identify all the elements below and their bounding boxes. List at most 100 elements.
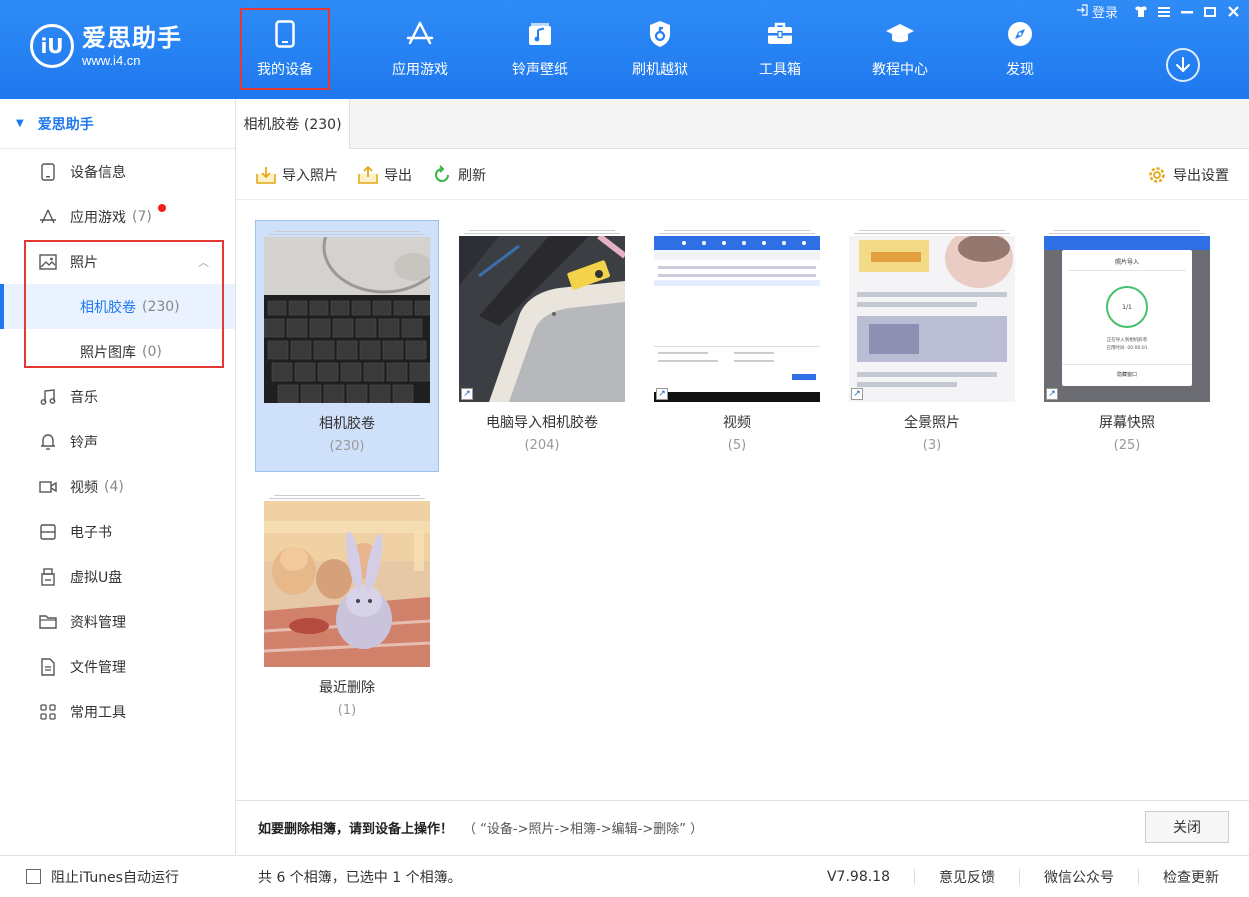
album-thumbnail: ↗ (654, 236, 820, 402)
grid-icon (38, 702, 58, 722)
toolbar-label: 导入照片 (282, 167, 338, 184)
tab-camera-roll[interactable]: 相机胶卷 (230) (236, 99, 350, 149)
album-count: (25) (1113, 438, 1141, 453)
toolbar-label: 刷新 (458, 167, 486, 184)
sidebar-item-label: 设备信息 (70, 164, 126, 181)
selection-summary: 共 6 个相簿，已选中 1 个相簿。 (258, 869, 462, 886)
sidebar-item-music[interactable]: 音乐 (0, 374, 235, 419)
check-update-link[interactable]: 检查更新 (1139, 867, 1219, 887)
nav-label: 铃声壁纸 (512, 62, 568, 78)
sidebar-item-common-tools[interactable]: 常用工具 (0, 689, 235, 734)
album-screenshots[interactable]: 照片导入 1/1 正在导入到相机胶卷 已用时间: 00:00:01 隐藏窗口 ↗… (1035, 220, 1219, 472)
app-logo: iU 爱思助手 www.i4.cn (30, 24, 182, 68)
sidebar-item-label: 音乐 (70, 389, 98, 406)
checkbox-label: 阻止iTunes自动运行 (51, 869, 179, 886)
nav-ringtones[interactable]: 铃声壁纸 (480, 8, 600, 90)
sidebar-item-ebooks[interactable]: 电子书 (0, 509, 235, 554)
book-icon (38, 522, 58, 542)
album-videos[interactable]: ↗ 视频 (5) (645, 220, 829, 472)
shortcut-arrow-icon: ↗ (461, 388, 473, 400)
shortcut-arrow-icon: ↗ (851, 388, 863, 400)
sidebar-item-virtual-udisk[interactable]: 虚拟U盘 (0, 554, 235, 599)
music-note-icon (38, 387, 58, 407)
tip-text: 如要删除相簿，请到设备上操作！ (258, 822, 454, 837)
app-store-icon (38, 207, 58, 227)
sidebar-item-device-info[interactable]: 设备信息 (0, 149, 235, 194)
login-button[interactable]: 登录 (1076, 2, 1118, 21)
notification-dot (158, 204, 166, 212)
album-count: (230) (329, 439, 365, 454)
sidebar-item-data-management[interactable]: 资料管理 (0, 599, 235, 644)
export-button[interactable]: 导出 (358, 165, 412, 185)
logo-icon: iU (30, 24, 74, 68)
album-thumbnail: 照片导入 1/1 正在导入到相机胶卷 已用时间: 00:00:01 隐藏窗口 ↗ (1044, 236, 1210, 402)
import-icon (256, 166, 276, 184)
maximize-icon[interactable] (1200, 3, 1220, 21)
close-button[interactable]: 关闭 (1145, 811, 1229, 843)
tab-bar: 相机胶卷 (230) (236, 99, 1249, 149)
thumb-import-title: 照片导入 (1115, 258, 1139, 266)
sidebar-item-count: (4) (104, 478, 124, 495)
shortcut-arrow-icon: ↗ (1046, 388, 1058, 400)
video-camera-icon (38, 477, 58, 497)
phone-outline-icon (38, 162, 58, 182)
refresh-icon (432, 164, 452, 185)
sidebar-item-videos[interactable]: 视频 (4) (0, 464, 235, 509)
nav-apps[interactable]: 应用游戏 (360, 8, 480, 90)
sidebar: ▼ 爱思助手 设备信息 应用游戏 (7) 照片 ︿ 相机胶卷 (230) 照片图… (0, 99, 236, 854)
album-count: (204) (524, 438, 560, 453)
close-window-icon[interactable] (1223, 3, 1243, 21)
compass-icon (1005, 19, 1035, 49)
graduation-cap-icon (885, 19, 915, 49)
minimize-icon[interactable] (1177, 3, 1197, 21)
album-name: 电脑导入相机胶卷 (486, 415, 598, 431)
sidebar-head-label: 爱思助手 (37, 116, 94, 133)
sidebar-item-apps[interactable]: 应用游戏 (7) (0, 194, 235, 239)
window-controls: 登录 (1076, 2, 1243, 21)
album-pc-import[interactable]: ↗ 电脑导入相机胶卷 (204) (450, 220, 634, 472)
nav-discover[interactable]: 发现 (960, 8, 1080, 90)
nav-flash-jailbreak[interactable]: 刷机越狱 (600, 8, 720, 90)
sidebar-item-label: 铃声 (70, 434, 98, 451)
import-photos-button[interactable]: 导入照片 (256, 165, 338, 185)
thumb-importing: 正在导入到相机胶卷 (1107, 336, 1148, 343)
album-name: 屏幕快照 (1099, 415, 1155, 431)
menu-icon[interactable] (1154, 3, 1174, 21)
album-thumbnail (264, 237, 430, 403)
album-count: (1) (337, 703, 357, 718)
sidebar-device-header[interactable]: ▼ 爱思助手 (0, 99, 235, 149)
toolbar: 导入照片 导出 刷新 导出设置 (236, 150, 1249, 200)
gear-icon (1147, 165, 1167, 185)
nav-my-device[interactable]: 我的设备 (240, 8, 330, 90)
album-thumbnail (264, 501, 430, 667)
export-icon (358, 165, 378, 184)
album-name: 最近删除 (319, 680, 375, 696)
skin-icon[interactable] (1131, 3, 1151, 21)
logo-url: www.i4.cn (82, 52, 141, 68)
refresh-button[interactable]: 刷新 (432, 164, 486, 185)
album-count: (5) (727, 438, 747, 453)
album-camera-roll[interactable]: 相机胶卷 (230) (255, 220, 439, 472)
main-nav: 我的设备 应用游戏 铃声壁纸 刷机越狱 工具箱 教程中心 发现 (240, 8, 1080, 90)
nav-tutorials[interactable]: 教程中心 (840, 8, 960, 90)
toolbar-label: 导出 (384, 167, 412, 184)
nav-label: 应用游戏 (392, 62, 448, 78)
logo-name: 爱思助手 (82, 23, 182, 52)
sidebar-item-file-management[interactable]: 文件管理 (0, 644, 235, 689)
status-bar: 阻止iTunes自动运行 共 6 个相簿，已选中 1 个相簿。 V7.98.18… (0, 855, 1249, 897)
export-settings-button[interactable]: 导出设置 (1147, 165, 1229, 185)
shortcut-arrow-icon: ↗ (656, 388, 668, 400)
album-recently-deleted[interactable]: 最近删除 (1) (255, 485, 439, 737)
block-itunes-checkbox[interactable]: 阻止iTunes自动运行 (26, 867, 179, 887)
wechat-link[interactable]: 微信公众号 (1020, 867, 1138, 887)
nav-toolbox[interactable]: 工具箱 (720, 8, 840, 90)
login-label: 登录 (1091, 6, 1118, 21)
nav-label: 刷机越狱 (632, 62, 688, 78)
version-label: V7.98.18 (826, 868, 890, 885)
sidebar-item-ringtones[interactable]: 铃声 (0, 419, 235, 464)
music-folder-icon (525, 19, 555, 49)
download-icon[interactable] (1166, 48, 1200, 82)
sidebar-item-label: 应用游戏 (70, 209, 126, 226)
album-panoramas[interactable]: ↗ 全景照片 (3) (840, 220, 1024, 472)
feedback-link[interactable]: 意见反馈 (915, 867, 1019, 887)
